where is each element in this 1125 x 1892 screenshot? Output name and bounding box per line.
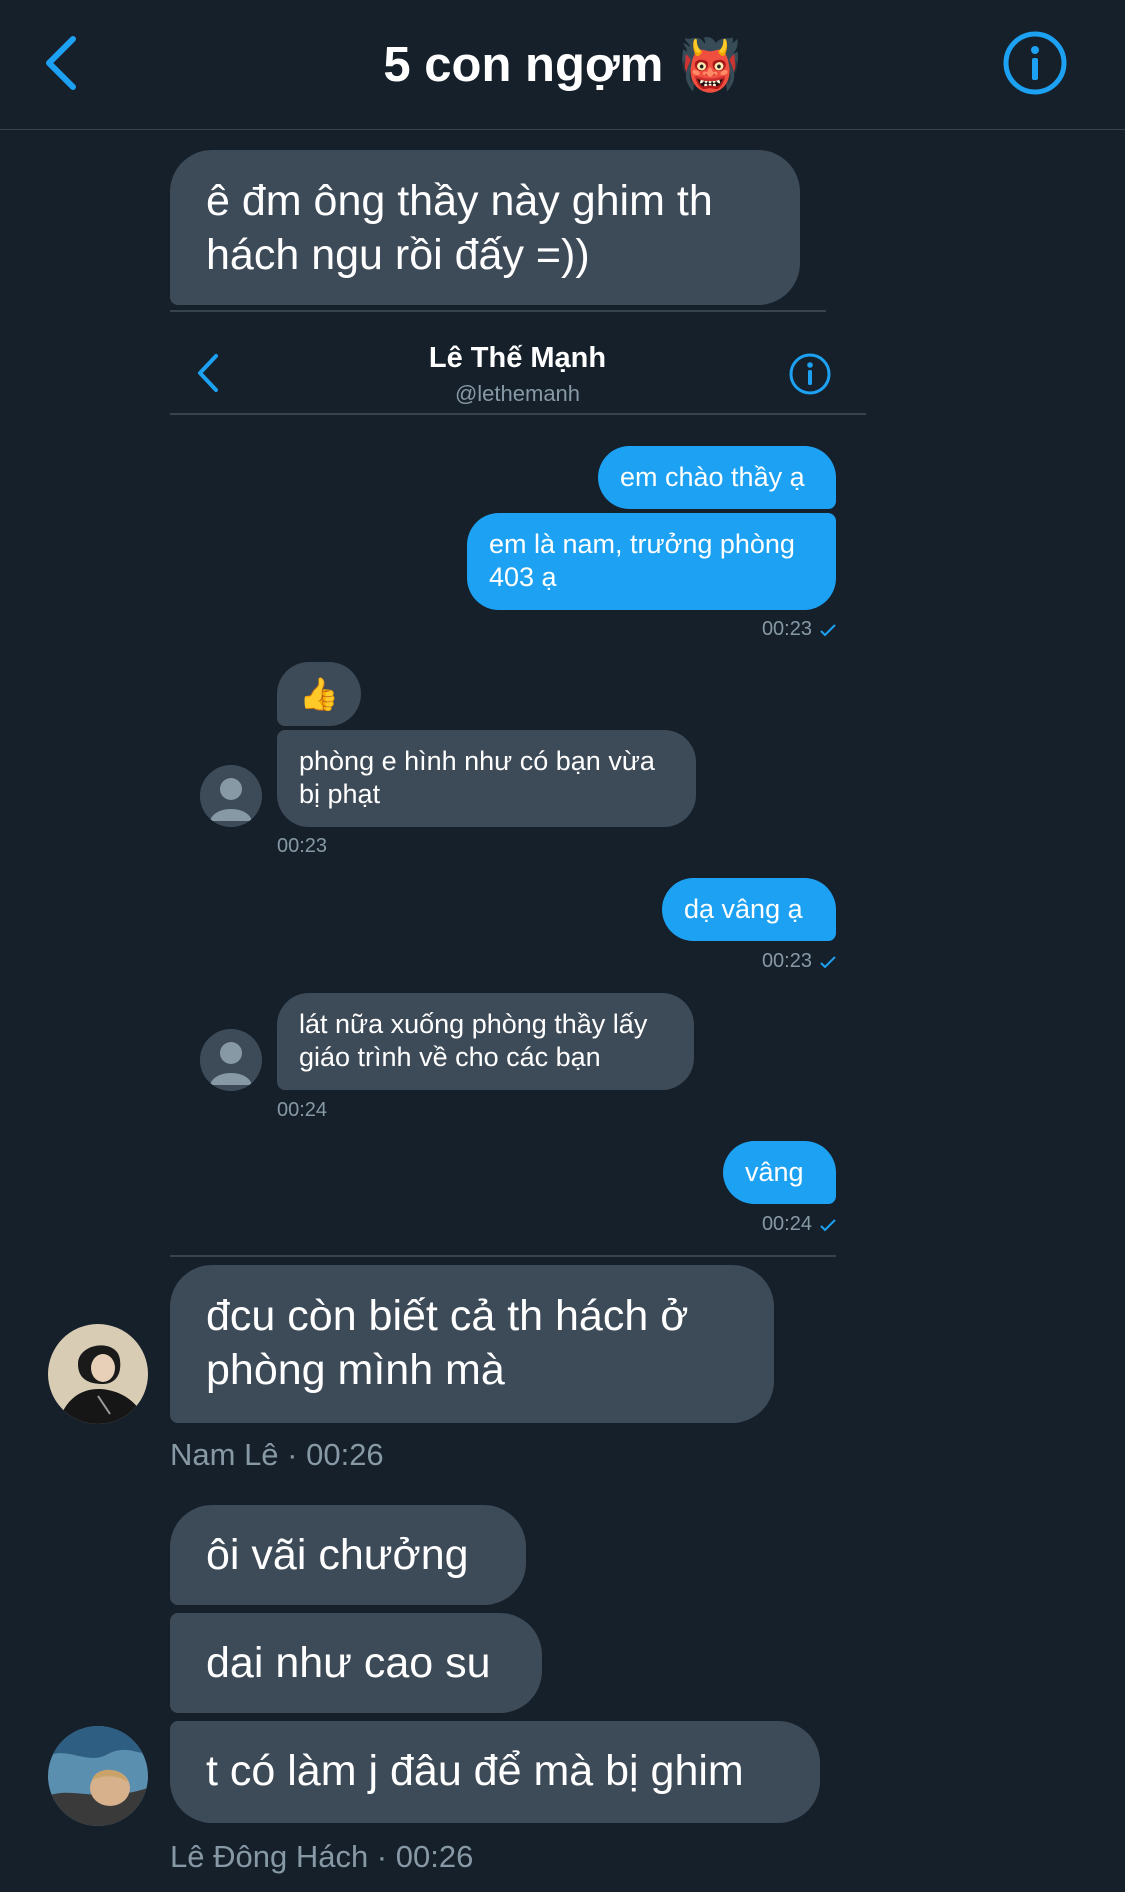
message-text: dạ vâng ạ — [684, 894, 803, 924]
avatar[interactable] — [48, 1726, 148, 1826]
sent-message: em là nam, trưởng phòng 403 ạ — [467, 513, 836, 610]
embedded-info-button — [788, 352, 832, 396]
message-timestamp: 00:23 — [277, 835, 328, 857]
message-text: dai như cao su — [206, 1639, 491, 1687]
default-avatar-icon — [200, 765, 262, 827]
message-timestamp: 00:23 — [736, 618, 836, 641]
sent-message: vâng — [723, 1141, 836, 1204]
embedded-back-button — [192, 348, 224, 398]
message-bubble[interactable]: dai như cao su — [170, 1613, 542, 1713]
message-timestamp: 00:24 — [277, 1099, 328, 1121]
person-icon — [200, 765, 262, 827]
message-meta: Nam Lê · 00:26 — [170, 1437, 384, 1472]
received-message: phòng e hình như có bạn vừa bị phạt — [277, 730, 696, 827]
message-text: đcu còn biết cả th hách ở phòng mình mà — [206, 1292, 689, 1394]
message-text: ôi vãi chưởng — [206, 1531, 469, 1579]
thumbs-up-emoji-icon: 👍 — [299, 675, 339, 712]
message-timestamp: 00:24 — [736, 1213, 836, 1236]
avatar[interactable] — [48, 1324, 148, 1424]
timestamp-text: 00:23 — [761, 618, 812, 640]
check-icon — [820, 623, 836, 636]
check-icon — [820, 955, 836, 968]
embedded-bottom-divider — [170, 1255, 836, 1257]
timestamp-text: 00:24 — [761, 1213, 812, 1235]
default-avatar-icon — [200, 1029, 262, 1091]
message-text: vâng — [745, 1157, 804, 1187]
conversation-title: 5 con ngợm — [383, 38, 664, 92]
message-text: em là nam, trưởng phòng 403 ạ — [489, 529, 795, 592]
message-text: ê đm ông thầy này ghim th hách ngu rồi đ… — [206, 177, 713, 279]
person-icon — [200, 1029, 262, 1091]
message-timestamp: 00:23 — [736, 950, 836, 973]
message-bubble[interactable]: đcu còn biết cả th hách ở phòng mình mà — [170, 1265, 774, 1423]
user-photo-avatar-icon — [48, 1726, 148, 1826]
embedded-top-divider — [170, 310, 826, 312]
info-circle-icon — [1003, 31, 1067, 95]
info-button[interactable] — [1002, 30, 1068, 96]
check-icon — [820, 1218, 836, 1231]
message-text: lát nữa xuống phòng thầy lấy giáo trình … — [299, 1009, 648, 1072]
conversation-header: 5 con ngợm 👹 — [0, 0, 1125, 130]
message-bubble[interactable]: t có làm j đâu để mà bị ghim — [170, 1721, 820, 1823]
ogre-emoji-icon: 👹 — [679, 36, 742, 93]
timestamp-text: 00:23 — [761, 950, 812, 972]
message-text: em chào thầy ạ — [620, 462, 805, 492]
sent-message: em chào thầy ạ — [598, 446, 836, 509]
received-emoji-message: 👍 — [277, 662, 361, 726]
embedded-contact-name: Lê Thế Mạnh — [428, 342, 607, 374]
conversation-title-row: 5 con ngợm 👹 — [0, 30, 1125, 100]
embedded-contact-handle: @lethemanh — [454, 381, 581, 406]
message-text: phòng e hình như có bạn vừa bị phạt — [299, 746, 655, 809]
sent-message: dạ vâng ạ — [662, 878, 836, 941]
message-meta: Lê Đông Hách · 00:26 — [170, 1839, 474, 1874]
message-bubble[interactable]: ê đm ông thầy này ghim th hách ngu rồi đ… — [170, 150, 800, 305]
chevron-left-icon — [198, 354, 218, 392]
message-text: t có làm j đâu để mà bị ghim — [206, 1747, 744, 1795]
message-bubble[interactable]: ôi vãi chưởng — [170, 1505, 526, 1605]
received-message: lát nữa xuống phòng thầy lấy giáo trình … — [277, 993, 694, 1090]
user-photo-avatar-icon — [48, 1324, 148, 1424]
embedded-header-divider — [170, 413, 866, 415]
info-circle-icon — [789, 353, 831, 395]
